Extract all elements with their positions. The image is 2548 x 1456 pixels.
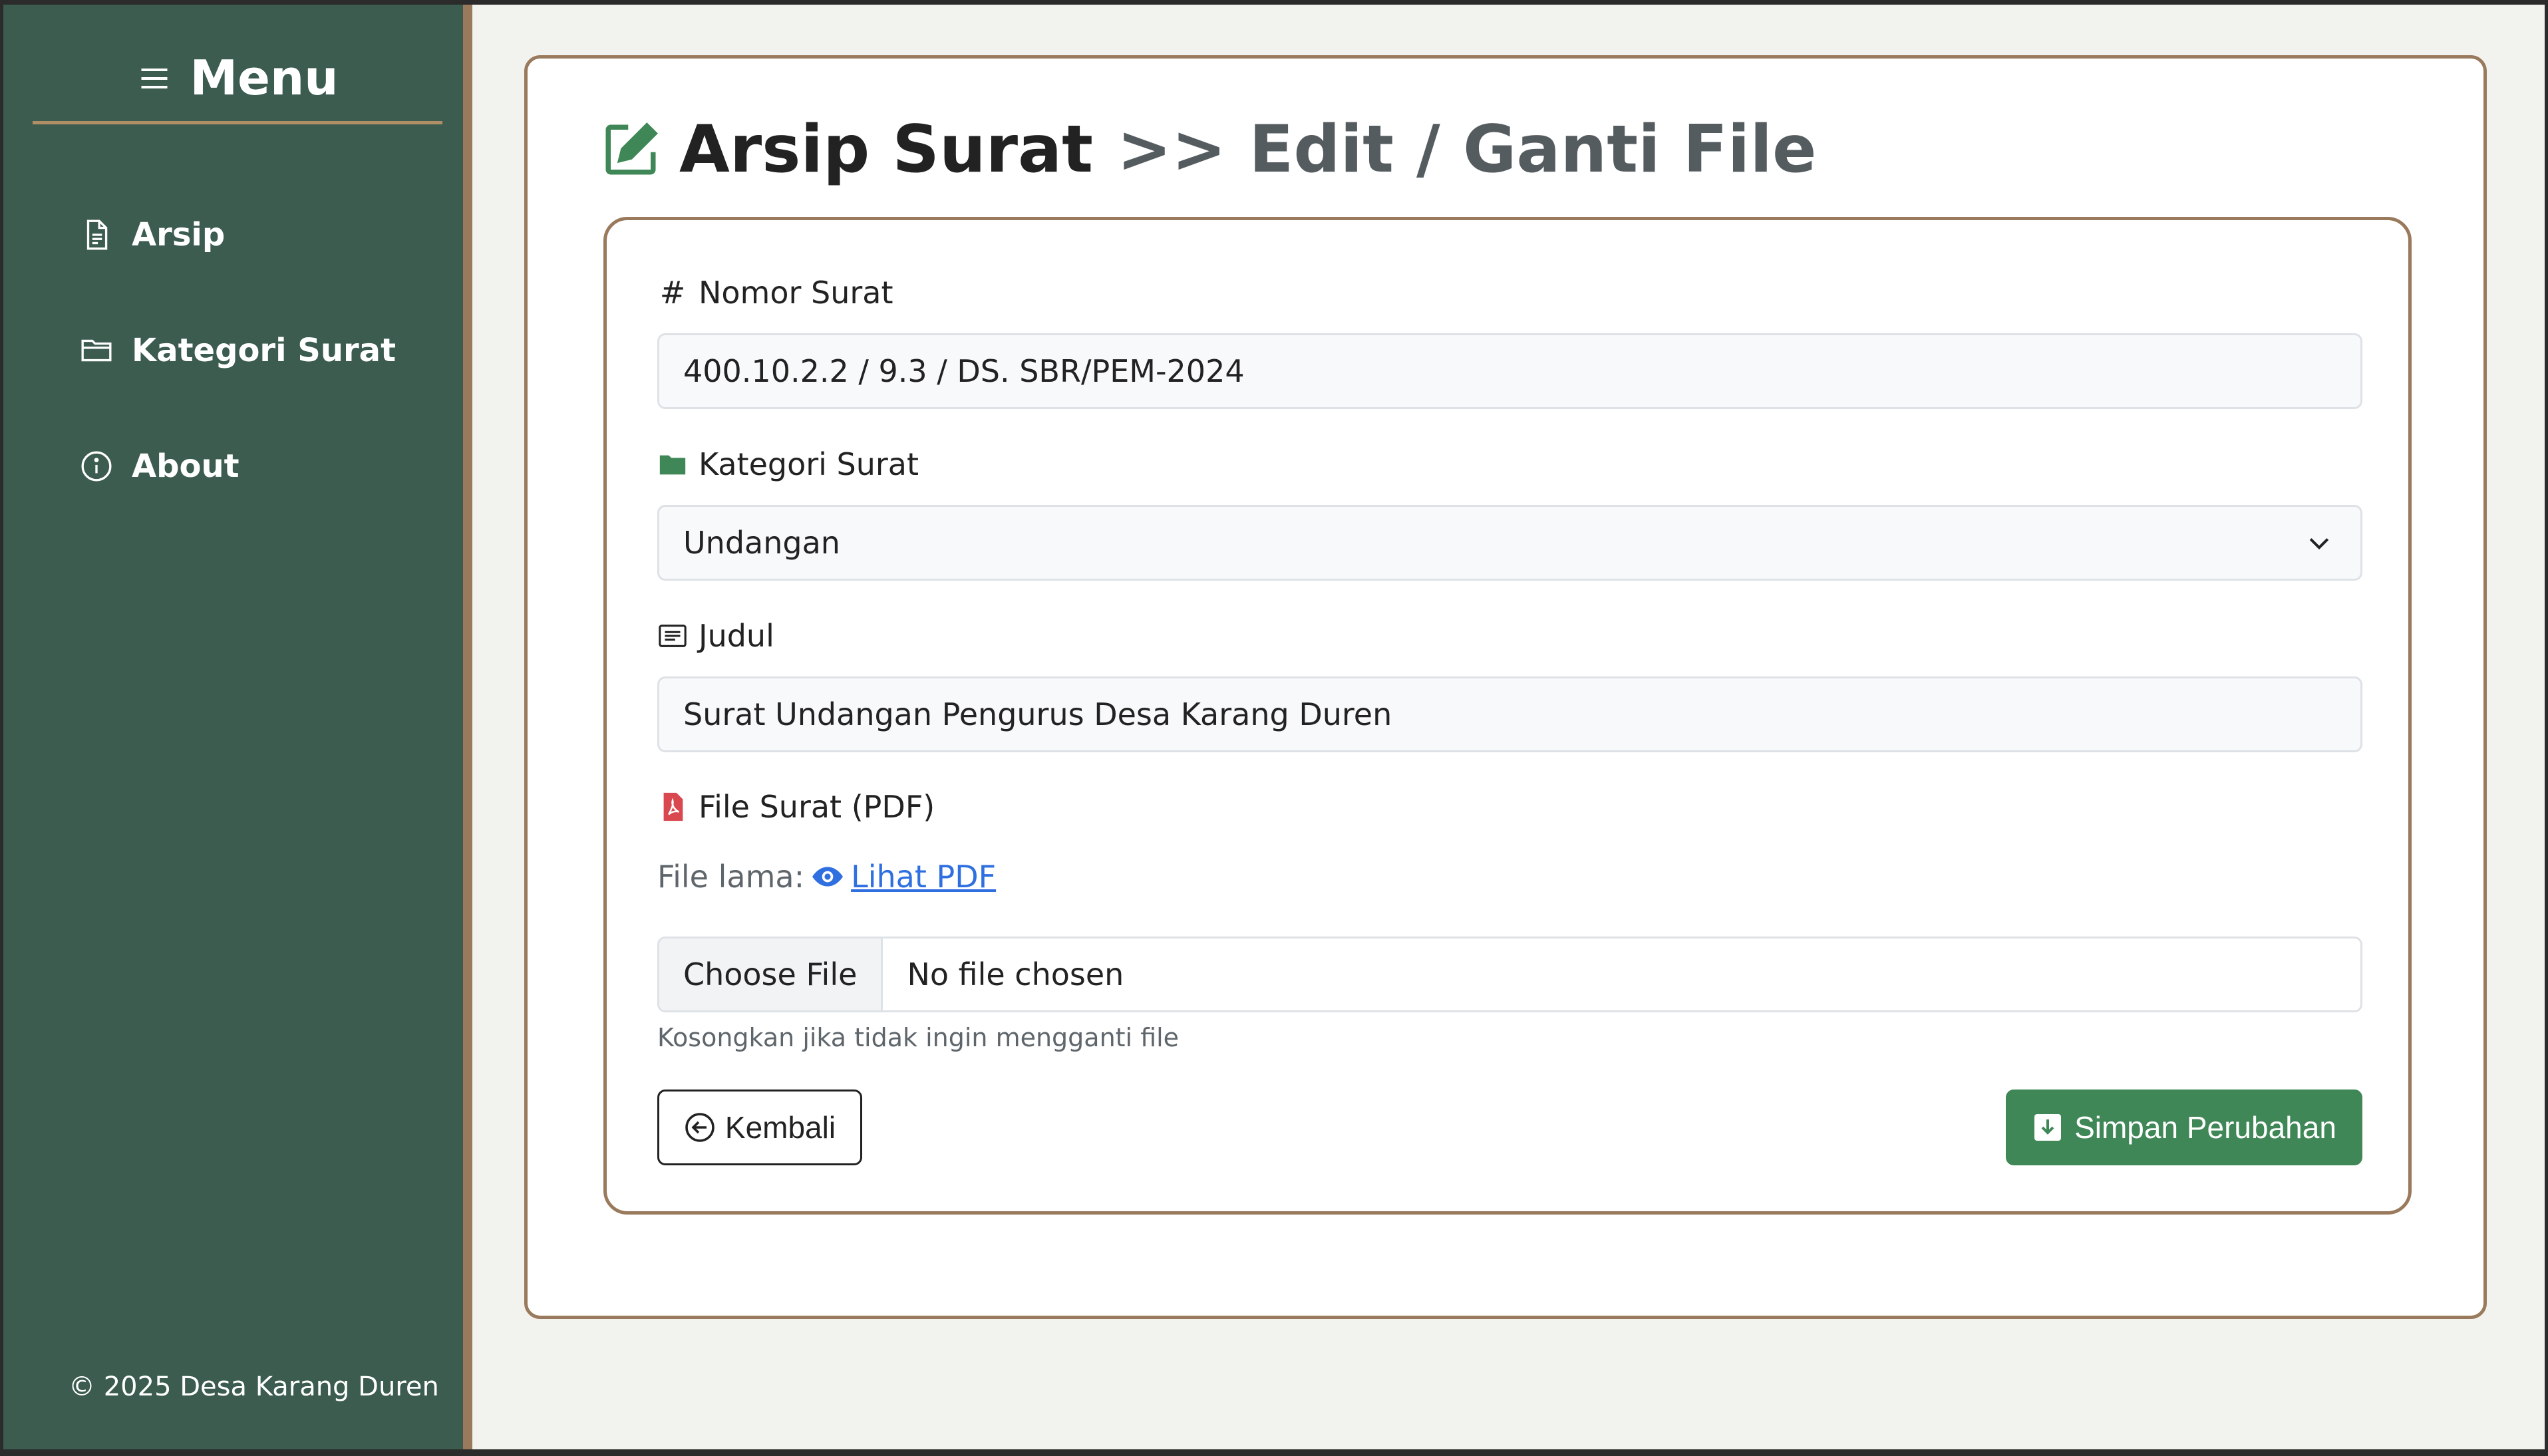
judul-input[interactable]: Surat Undangan Pengurus Desa Karang Dure… [657,676,2362,752]
info-icon [81,451,112,482]
sidebar-item-label: Kategori Surat [132,332,397,369]
edit-form: # Nomor Surat 400.10.2.2 / 9.3 / DS. SBR… [603,217,2412,1215]
judul-label: Judul [657,618,774,654]
file-chosen-text: No file chosen [907,956,1124,992]
sidebar-footer: © 2025 Desa Karang Duren [69,1372,439,1402]
file-text-icon [86,219,108,250]
arrow-left-circle-icon [685,1113,715,1142]
back-button-label: Kembali [724,1110,836,1145]
file-upload-input[interactable]: Choose File No file chosen [657,937,2362,1012]
file-surat-label: File Surat (PDF) [657,789,935,825]
nomor-surat-label: # Nomor Surat [657,275,893,311]
file-hint: Kosongkan jika tidak ingin mengganti fil… [657,1023,1180,1052]
kategori-surat-select[interactable]: Undangan [657,505,2362,581]
sidebar-title: Menu [190,50,339,106]
pdf-file-icon [663,792,683,821]
folder-filled-icon [659,455,686,475]
back-button[interactable]: Kembali [657,1090,862,1165]
nomor-surat-input[interactable]: 400.10.2.2 / 9.3 / DS. SBR/PEM-2024 [657,333,2362,409]
kategori-surat-value: Undangan [683,525,840,561]
view-pdf-label: Lihat PDF [851,859,997,895]
page-heading: Arsip Surat >> Edit / Ganti File [601,112,1816,188]
eye-icon [812,867,843,887]
folder-icon [81,339,112,362]
choose-file-button[interactable]: Choose File [659,939,883,1010]
sidebar-item-label: About [132,448,239,485]
content-card: Arsip Surat >> Edit / Ganti File # Nomor… [524,55,2487,1319]
old-file-row: File lama: Lihat PDF [657,859,996,895]
nomor-surat-value: 400.10.2.2 / 9.3 / DS. SBR/PEM-2024 [683,353,1245,389]
text-box-icon [659,625,687,647]
app-frame: Menu Arsip Kategori Surat About © 2025 D… [3,5,2545,1449]
nomor-surat-label-text: Nomor Surat [699,275,893,311]
chevron-down-icon [2309,538,2329,550]
main-content: Arsip Surat >> Edit / Ganti File # Nomor… [472,5,2545,1449]
download-box-icon [2034,1114,2062,1141]
kategori-surat-label-text: Kategori Surat [699,446,919,482]
page-subtitle: >> Edit / Ganti File [1117,112,1817,188]
sidebar: Menu Arsip Kategori Surat About © 2025 D… [3,5,472,1449]
hamburger-icon[interactable] [137,61,172,96]
sidebar-item-kategori-surat[interactable]: Kategori Surat [80,324,396,377]
sidebar-item-about[interactable]: About [80,440,239,493]
save-button-label: Simpan Perubahan [2074,1110,2336,1145]
file-surat-label-text: File Surat (PDF) [699,789,935,825]
sidebar-item-arsip[interactable]: Arsip [80,208,225,261]
judul-label-text: Judul [699,618,774,654]
view-pdf-link[interactable]: Lihat PDF [811,859,996,895]
sidebar-header: Menu [33,39,442,124]
edit-icon [605,122,658,175]
save-button[interactable]: Simpan Perubahan [2006,1090,2362,1165]
hash-icon: # [659,275,686,311]
sidebar-item-label: Arsip [132,216,226,253]
kategori-surat-label: Kategori Surat [657,446,919,482]
judul-value: Surat Undangan Pengurus Desa Karang Dure… [683,696,1392,732]
page-title: Arsip Surat [679,112,1094,188]
old-file-prefix: File lama: [657,859,805,895]
